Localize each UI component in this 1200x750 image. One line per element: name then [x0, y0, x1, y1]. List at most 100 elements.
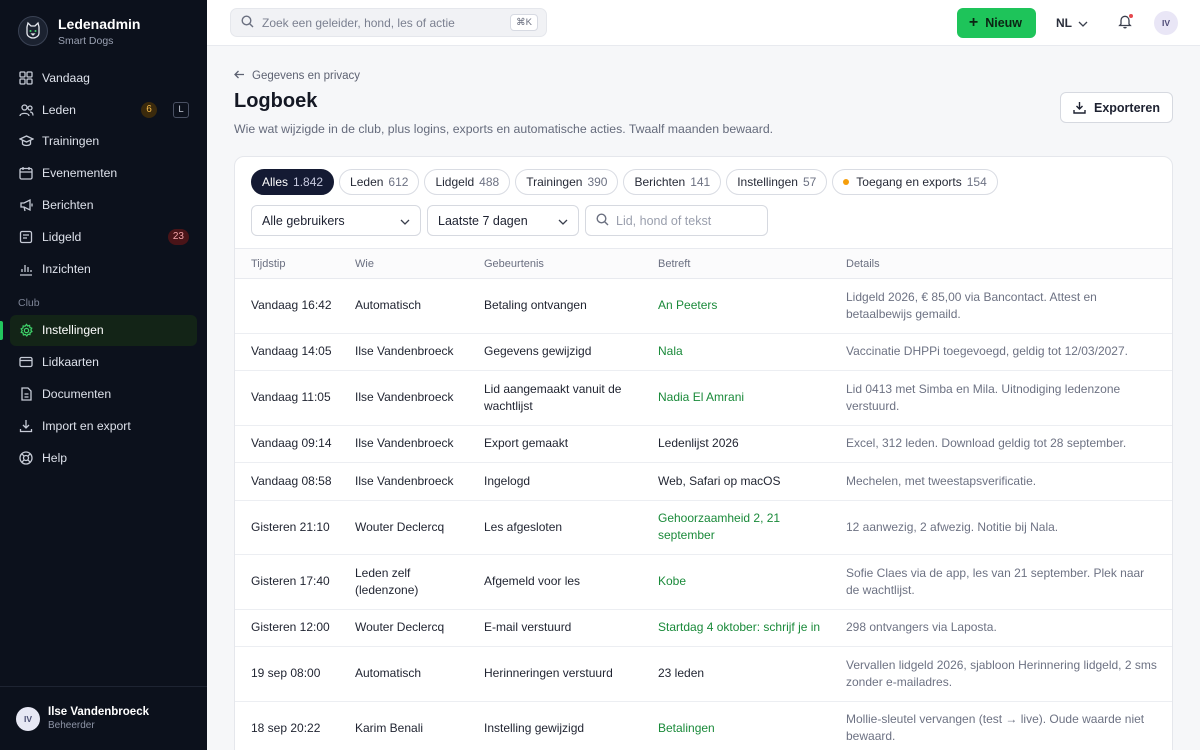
table-row[interactable]: Vandaag 16:42 Automatisch Betaling ontva…	[235, 278, 1172, 334]
brand[interactable]: Ledenadmin Smart Dogs	[0, 0, 207, 62]
language-select[interactable]: NL	[1056, 16, 1088, 30]
cell-subject-link[interactable]: Kobe	[658, 554, 846, 610]
lidgeld-count-badge: 23	[167, 228, 189, 245]
cell-subject-link[interactable]: An Peeters	[658, 278, 846, 334]
cell-time: Vandaag 14:05	[235, 333, 355, 371]
cell-details: Lidgeld 2026, € 85,00 via Bancontact. At…	[846, 278, 1172, 334]
download-icon	[1073, 101, 1086, 114]
id-card-icon	[18, 354, 34, 370]
cell-time: Gisteren 17:40	[235, 554, 355, 610]
nav-item-vandaag[interactable]: Vandaag	[10, 62, 197, 94]
plus-icon: +	[968, 13, 979, 31]
column-header-wie[interactable]: Wie	[355, 248, 484, 279]
nav-label: Leden	[42, 102, 76, 117]
nav-item-inzichten[interactable]: Inzichten	[10, 253, 197, 285]
cell-subject-link[interactable]: Gehoorzaamheid 2, 21 september	[658, 500, 846, 555]
table-row[interactable]: Vandaag 11:05 Ilse Vandenbroeck Lid aang…	[235, 370, 1172, 426]
table-row[interactable]: Gisteren 12:00 Wouter Declercq E-mail ve…	[235, 609, 1172, 647]
table-header-row: Tijdstip Wie Gebeurtenis Betreft Details	[235, 248, 1172, 279]
chip-trainingen[interactable]: Trainingen 390	[515, 169, 619, 195]
topbar: ⌘K + Nieuw NL IV	[207, 0, 1200, 46]
search-shortcut-key: ⌘K	[510, 14, 538, 31]
users-icon	[18, 102, 34, 118]
table-row[interactable]: Vandaag 09:14 Ilse Vandenbroeck Export g…	[235, 425, 1172, 463]
notifications-button[interactable]	[1116, 12, 1134, 32]
nav-item-trainingen[interactable]: Trainingen	[10, 126, 197, 158]
column-header-betreft[interactable]: Betreft	[658, 248, 846, 279]
chip-leden[interactable]: Leden 612	[339, 169, 420, 195]
cell-time: Vandaag 11:05	[235, 370, 355, 426]
table-row[interactable]: Gisteren 21:10 Wouter Declercq Les afges…	[235, 500, 1172, 555]
chip-toegang-en-exports[interactable]: Toegang en exports 154	[832, 169, 998, 195]
chip-count: 57	[802, 175, 817, 189]
cell-who: Ilse Vandenbroeck	[355, 370, 484, 426]
cell-time: Gisteren 12:00	[235, 609, 355, 647]
period-filter-select[interactable]: Laatste 7 dagen	[427, 205, 579, 236]
section-label-club: Club	[18, 296, 40, 309]
nav-item-berichten[interactable]: Berichten	[10, 189, 197, 221]
cell-who: Automatisch	[355, 646, 484, 702]
log-search[interactable]	[585, 205, 768, 236]
club-nav: Instellingen Lidkaarten Documenten Impor…	[0, 314, 207, 474]
nav-item-instellingen[interactable]: Instellingen	[0, 314, 197, 347]
cell-subject-link[interactable]: Startdag 4 oktober: schrijf je in	[658, 609, 846, 647]
chip-instellingen[interactable]: Instellingen 57	[726, 169, 828, 195]
nav-label: Documenten	[42, 387, 112, 402]
column-header-details[interactable]: Details	[846, 248, 1172, 279]
cell-event: Gegevens gewijzigd	[484, 333, 658, 371]
cell-details: Vervallen lidgeld 2026, sjabloon Herinne…	[846, 646, 1172, 702]
search-input[interactable]	[262, 15, 511, 30]
nav-label: Lidgeld	[42, 229, 82, 244]
avatar[interactable]: IV	[1154, 10, 1178, 35]
table-row[interactable]: 19 sep 08:00 Automatisch Herinneringen v…	[235, 646, 1172, 702]
new-button-label: Nieuw	[985, 15, 1022, 30]
nav-item-import-export[interactable]: Import en export	[10, 410, 197, 442]
chip-alles[interactable]: Alles 1.842	[251, 169, 335, 195]
column-header-tijdstip[interactable]: Tijdstip	[235, 248, 355, 279]
nav-item-leden[interactable]: Leden 6 L	[10, 94, 197, 126]
user-filter-select[interactable]: Alle gebruikers	[251, 205, 421, 236]
page-description: Wie wat wijzigde in de club, plus logins…	[234, 122, 774, 136]
lifebuoy-icon	[18, 450, 34, 466]
cell-subject-link[interactable]: Nala	[658, 333, 846, 371]
cell-event: Lid aangemaakt vanuit de wachtlijst	[484, 370, 658, 426]
table-row[interactable]: Vandaag 14:05 Ilse Vandenbroeck Gegevens…	[235, 333, 1172, 371]
user-role: Beheerder	[48, 720, 95, 731]
table-row[interactable]: Vandaag 08:58 Ilse Vandenbroeck Ingelogd…	[235, 462, 1172, 501]
nav-label: Evenementen	[42, 166, 118, 181]
page-title: Logboek	[234, 90, 318, 112]
table-row[interactable]: Gisteren 17:40 Leden zelf (ledenzone) Af…	[235, 554, 1172, 610]
cell-subject-link[interactable]: Nadia El Amrani	[658, 370, 846, 426]
document-icon	[18, 386, 34, 402]
chevron-down-icon	[1078, 16, 1088, 30]
nav-item-lidgeld[interactable]: Lidgeld 23	[10, 221, 197, 253]
cell-time: 18 sep 20:22	[235, 701, 355, 750]
nav-item-evenementen[interactable]: Evenementen	[10, 157, 197, 189]
breadcrumb-back-link[interactable]: Gegevens en privacy	[234, 70, 1173, 82]
log-search-input[interactable]	[616, 213, 756, 228]
app-root: Ledenadmin Smart Dogs Vandaag Leden 6 L …	[0, 0, 1200, 750]
chip-berichten[interactable]: Berichten 141	[623, 169, 722, 195]
export-button-label: Exporteren	[1094, 100, 1160, 115]
nav-item-lidkaarten[interactable]: Lidkaarten	[10, 346, 197, 378]
cell-event: Export gemaakt	[484, 425, 658, 463]
column-header-gebeurtenis[interactable]: Gebeurtenis	[484, 248, 658, 279]
chip-label: Trainingen	[526, 175, 583, 189]
page-header: Logboek Wie wat wijzigde in de club, plu…	[234, 90, 1173, 136]
table-row[interactable]: 18 sep 20:22 Karim Benali Instelling gew…	[235, 701, 1172, 750]
megaphone-icon	[18, 197, 34, 213]
bar-chart-icon	[18, 261, 34, 277]
cell-time: Gisteren 21:10	[235, 500, 355, 555]
cell-subject-link[interactable]: Betalingen	[658, 701, 846, 750]
export-button[interactable]: Exporteren	[1060, 92, 1173, 123]
current-user[interactable]: IV Ilse Vandenbroeck Beheerder	[0, 686, 207, 750]
main-nav: Vandaag Leden 6 L Trainingen Evenementen…	[0, 62, 207, 285]
new-button[interactable]: + Nieuw	[956, 7, 1036, 38]
nav-item-help[interactable]: Help	[10, 442, 197, 474]
leden-shortcut-key: L	[173, 101, 189, 118]
global-search[interactable]: ⌘K	[230, 8, 547, 37]
chip-count: 488	[479, 175, 500, 189]
nav-item-documenten[interactable]: Documenten	[10, 378, 197, 410]
cell-subject: Ledenlijst 2026	[658, 425, 846, 463]
chip-lidgeld[interactable]: Lidgeld 488	[424, 169, 511, 195]
